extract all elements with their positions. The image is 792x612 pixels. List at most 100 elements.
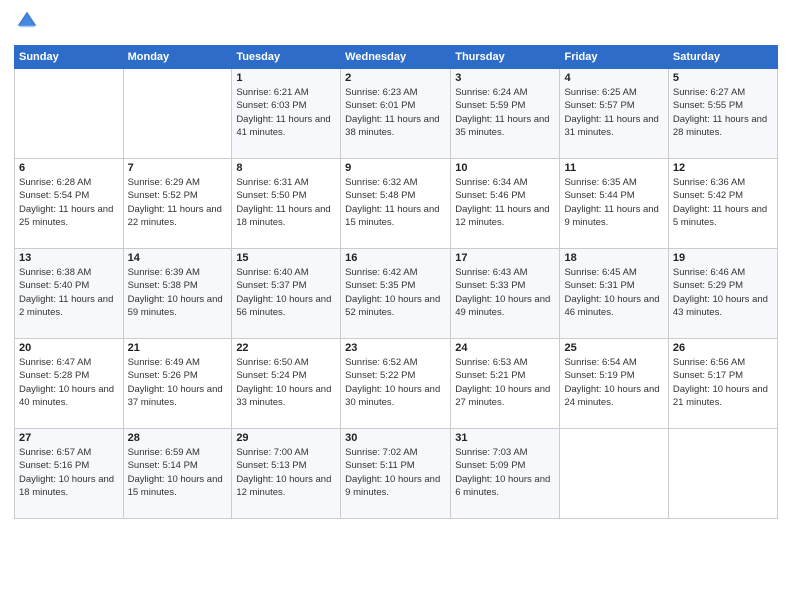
day-info: Sunrise: 6:23 AM Sunset: 6:01 PM Dayligh… — [345, 86, 446, 139]
day-number: 17 — [455, 252, 555, 264]
day-cell: 14 Sunrise: 6:39 AM Sunset: 5:38 PM Dayli… — [123, 249, 232, 339]
day-info: Sunrise: 6:34 AM Sunset: 5:46 PM Dayligh… — [455, 176, 555, 229]
day-cell: 23Sunrise: 6:52 AM Sunset: 5:22 PM Dayli… — [341, 339, 451, 429]
day-info: Sunrise: 6:59 AM Sunset: 5:14 PM Dayligh… — [128, 446, 228, 499]
week-row-5: 27 Sunrise: 6:57 AM Sunset: 5:16 PM Dayli… — [15, 429, 778, 519]
day-number: 18 — [564, 252, 663, 264]
logo — [14, 10, 38, 37]
day-number: 31 — [455, 432, 555, 444]
day-cell: 20Sunrise: 6:47 AM Sunset: 5:28 PM Dayli… — [15, 339, 124, 429]
day-number: 26 — [673, 342, 773, 354]
weekday-monday: Monday — [123, 46, 232, 69]
day-cell: 30 Sunrise: 7:02 AM Sunset: 5:11 PM Dayli… — [341, 429, 451, 519]
day-cell: 31 Sunrise: 7:03 AM Sunset: 5:09 PM Dayli… — [451, 429, 560, 519]
day-info: Sunrise: 6:31 AM Sunset: 5:50 PM Dayligh… — [236, 176, 336, 229]
day-info: Sunrise: 6:32 AM Sunset: 5:48 PM Dayligh… — [345, 176, 446, 229]
day-cell — [123, 69, 232, 159]
day-number: 27 — [19, 432, 119, 444]
day-cell — [560, 429, 668, 519]
day-cell: 11 Sunrise: 6:35 AM Sunset: 5:44 PM Dayli… — [560, 159, 668, 249]
day-info: Sunrise: 6:45 AM Sunset: 5:31 PM Dayligh… — [564, 266, 663, 319]
day-cell: 19 Sunrise: 6:46 AM Sunset: 5:29 PM Dayli… — [668, 249, 777, 339]
day-info: Sunrise: 7:03 AM Sunset: 5:09 PM Dayligh… — [455, 446, 555, 499]
day-cell: 22Sunrise: 6:50 AM Sunset: 5:24 PM Dayli… — [232, 339, 341, 429]
weekday-header-row: SundayMondayTuesdayWednesdayThursdayFrid… — [15, 46, 778, 69]
day-number: 5 — [673, 72, 773, 84]
day-number: 25 — [564, 342, 663, 354]
day-cell — [15, 69, 124, 159]
day-cell: 16 Sunrise: 6:42 AM Sunset: 5:35 PM Dayli… — [341, 249, 451, 339]
day-number: 3 — [455, 72, 555, 84]
day-info: Sunrise: 7:02 AM Sunset: 5:11 PM Dayligh… — [345, 446, 446, 499]
day-number: 8 — [236, 162, 336, 174]
day-number: 30 — [345, 432, 446, 444]
day-number: 14 — [128, 252, 228, 264]
day-number: 11 — [564, 162, 663, 174]
day-info: Sunrise: 6:42 AM Sunset: 5:35 PM Dayligh… — [345, 266, 446, 319]
day-number: 15 — [236, 252, 336, 264]
day-info: Sunrise: 6:24 AM Sunset: 5:59 PM Dayligh… — [455, 86, 555, 139]
day-info: Sunrise: 6:43 AM Sunset: 5:33 PM Dayligh… — [455, 266, 555, 319]
weekday-friday: Friday — [560, 46, 668, 69]
day-number: 23 — [345, 342, 446, 354]
day-number: 16 — [345, 252, 446, 264]
weekday-wednesday: Wednesday — [341, 46, 451, 69]
day-cell: 24 Sunrise: 6:53 AM Sunset: 5:21 PM Dayli… — [451, 339, 560, 429]
day-cell: 4Sunrise: 6:25 AM Sunset: 5:57 PM Daylig… — [560, 69, 668, 159]
day-number: 29 — [236, 432, 336, 444]
day-info: Sunrise: 6:49 AM Sunset: 5:26 PM Dayligh… — [128, 356, 228, 409]
day-number: 20 — [19, 342, 119, 354]
day-cell: 6 Sunrise: 6:28 AM Sunset: 5:54 PM Daylig… — [15, 159, 124, 249]
day-info: Sunrise: 6:28 AM Sunset: 5:54 PM Dayligh… — [19, 176, 119, 229]
day-cell: 15 Sunrise: 6:40 AM Sunset: 5:37 PM Dayli… — [232, 249, 341, 339]
day-cell: 25 Sunrise: 6:54 AM Sunset: 5:19 PM Dayli… — [560, 339, 668, 429]
day-number: 6 — [19, 162, 119, 174]
day-info: Sunrise: 6:39 AM Sunset: 5:38 PM Dayligh… — [128, 266, 228, 319]
day-info: Sunrise: 6:54 AM Sunset: 5:19 PM Dayligh… — [564, 356, 663, 409]
day-number: 19 — [673, 252, 773, 264]
header — [14, 10, 778, 37]
day-cell: 2Sunrise: 6:23 AM Sunset: 6:01 PM Daylig… — [341, 69, 451, 159]
weekday-thursday: Thursday — [451, 46, 560, 69]
day-cell: 10 Sunrise: 6:34 AM Sunset: 5:46 PM Dayli… — [451, 159, 560, 249]
day-number: 1 — [236, 72, 336, 84]
week-row-4: 20Sunrise: 6:47 AM Sunset: 5:28 PM Dayli… — [15, 339, 778, 429]
day-info: Sunrise: 6:21 AM Sunset: 6:03 PM Dayligh… — [236, 86, 336, 139]
day-cell: 28 Sunrise: 6:59 AM Sunset: 5:14 PM Dayli… — [123, 429, 232, 519]
day-info: Sunrise: 6:27 AM Sunset: 5:55 PM Dayligh… — [673, 86, 773, 139]
day-info: Sunrise: 6:40 AM Sunset: 5:37 PM Dayligh… — [236, 266, 336, 319]
day-cell: 29Sunrise: 7:00 AM Sunset: 5:13 PM Dayli… — [232, 429, 341, 519]
day-cell: 1 Sunrise: 6:21 AM Sunset: 6:03 PM Daylig… — [232, 69, 341, 159]
day-cell: 18 Sunrise: 6:45 AM Sunset: 5:31 PM Dayli… — [560, 249, 668, 339]
day-number: 7 — [128, 162, 228, 174]
day-number: 12 — [673, 162, 773, 174]
day-number: 21 — [128, 342, 228, 354]
day-cell: 9 Sunrise: 6:32 AM Sunset: 5:48 PM Daylig… — [341, 159, 451, 249]
day-info: Sunrise: 6:46 AM Sunset: 5:29 PM Dayligh… — [673, 266, 773, 319]
weekday-sunday: Sunday — [15, 46, 124, 69]
weekday-saturday: Saturday — [668, 46, 777, 69]
day-info: Sunrise: 6:53 AM Sunset: 5:21 PM Dayligh… — [455, 356, 555, 409]
day-info: Sunrise: 6:36 AM Sunset: 5:42 PM Dayligh… — [673, 176, 773, 229]
week-row-1: 1 Sunrise: 6:21 AM Sunset: 6:03 PM Daylig… — [15, 69, 778, 159]
page: SundayMondayTuesdayWednesdayThursdayFrid… — [0, 0, 792, 612]
day-number: 4 — [564, 72, 663, 84]
day-cell: 27 Sunrise: 6:57 AM Sunset: 5:16 PM Dayli… — [15, 429, 124, 519]
day-cell: 17 Sunrise: 6:43 AM Sunset: 5:33 PM Dayli… — [451, 249, 560, 339]
day-number: 13 — [19, 252, 119, 264]
day-info: Sunrise: 6:29 AM Sunset: 5:52 PM Dayligh… — [128, 176, 228, 229]
day-info: Sunrise: 6:57 AM Sunset: 5:16 PM Dayligh… — [19, 446, 119, 499]
logo-icon — [16, 10, 38, 32]
day-cell: 13Sunrise: 6:38 AM Sunset: 5:40 PM Dayli… — [15, 249, 124, 339]
day-cell: 3 Sunrise: 6:24 AM Sunset: 5:59 PM Daylig… — [451, 69, 560, 159]
day-number: 10 — [455, 162, 555, 174]
day-number: 9 — [345, 162, 446, 174]
calendar-table: SundayMondayTuesdayWednesdayThursdayFrid… — [14, 45, 778, 519]
weekday-tuesday: Tuesday — [232, 46, 341, 69]
week-row-3: 13Sunrise: 6:38 AM Sunset: 5:40 PM Dayli… — [15, 249, 778, 339]
day-number: 22 — [236, 342, 336, 354]
day-cell: 12 Sunrise: 6:36 AM Sunset: 5:42 PM Dayli… — [668, 159, 777, 249]
day-number: 24 — [455, 342, 555, 354]
day-number: 28 — [128, 432, 228, 444]
day-info: Sunrise: 6:35 AM Sunset: 5:44 PM Dayligh… — [564, 176, 663, 229]
